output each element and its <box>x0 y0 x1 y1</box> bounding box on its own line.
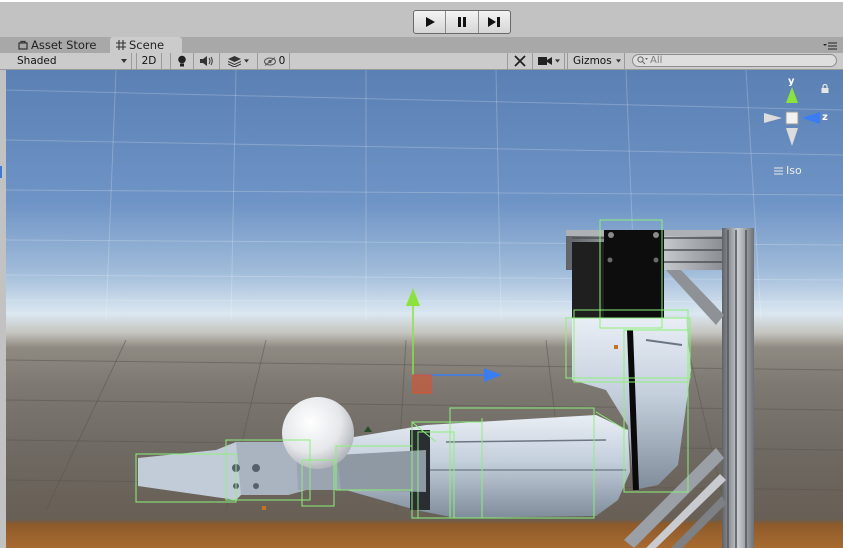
effects-dropdown[interactable] <box>220 53 258 69</box>
y-axis-label: y <box>788 76 795 87</box>
shop-icon <box>18 40 28 50</box>
gizmos-label: Gizmos <box>573 55 612 67</box>
2d-label: 2D <box>141 55 157 67</box>
playback-controls <box>413 10 511 34</box>
gizmos-dropdown[interactable]: Gizmos <box>567 53 625 69</box>
tab-scene[interactable]: Scene <box>110 37 182 53</box>
projection-toggle[interactable]: Iso <box>774 164 802 177</box>
lock-icon[interactable] <box>821 83 829 96</box>
wrench-icon <box>514 55 526 67</box>
tab-bar: Asset Store Scene <box>0 37 843 53</box>
camera-dropdown[interactable] <box>533 53 565 69</box>
2d-toggle[interactable]: 2D <box>136 53 162 69</box>
play-icon <box>425 17 435 27</box>
menu-lines-icon <box>774 167 783 174</box>
move-gizmo[interactable] <box>406 288 502 394</box>
scene-render <box>6 70 843 548</box>
chevron-down-icon <box>616 59 621 63</box>
eye-hidden-icon <box>263 56 276 66</box>
panel-menu-icon[interactable] <box>823 40 837 53</box>
audio-toggle[interactable] <box>194 53 220 69</box>
pause-button[interactable] <box>446 11 479 33</box>
tab-asset-store[interactable]: Asset Store <box>12 37 112 53</box>
z-axis-label: z <box>822 112 828 123</box>
search-placeholder: All <box>650 55 663 66</box>
camera-icon <box>537 57 552 65</box>
sky-grid <box>6 70 843 321</box>
search-icon <box>637 56 648 65</box>
search-input[interactable]: All <box>632 54 837 67</box>
selection-marker <box>0 166 2 178</box>
projection-label: Iso <box>786 164 802 177</box>
tools-button[interactable] <box>507 53 533 69</box>
scene-viewport[interactable]: y z Iso <box>6 70 843 548</box>
top-toolbar <box>0 0 843 37</box>
grid-icon <box>116 40 126 50</box>
scene-toolbar: Shaded 2D 0 Gizmos All <box>0 53 843 70</box>
motor-block <box>572 230 664 326</box>
chevron-down-icon <box>244 59 249 63</box>
forearm <box>336 415 630 518</box>
pause-icon <box>457 17 466 27</box>
chevron-down-icon <box>121 59 127 63</box>
tab-label: Asset Store <box>31 38 97 52</box>
tab-label: Scene <box>129 38 165 52</box>
hidden-count: 0 <box>278 55 286 67</box>
layers-icon <box>228 55 241 67</box>
play-button[interactable] <box>414 11 447 33</box>
sphere-object[interactable] <box>282 397 354 469</box>
shading-mode-dropdown[interactable]: Shaded <box>12 53 132 69</box>
shading-mode-label: Shaded <box>17 55 57 67</box>
speaker-icon <box>200 56 213 66</box>
step-button[interactable] <box>479 11 510 33</box>
orientation-gizmo[interactable] <box>764 87 820 146</box>
hidden-objects-toggle[interactable]: 0 <box>260 53 290 69</box>
chevron-down-icon <box>554 59 560 63</box>
step-icon <box>488 17 501 27</box>
lighting-toggle[interactable] <box>170 53 194 69</box>
lightbulb-icon <box>178 55 186 67</box>
